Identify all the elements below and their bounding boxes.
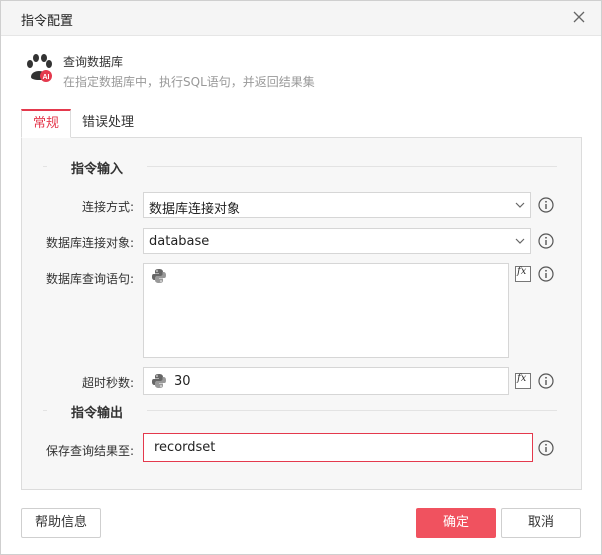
timeout-value: 30 bbox=[174, 374, 191, 389]
command-description: 在指定数据库中，执行SQL语句，并返回结果集 bbox=[63, 75, 315, 89]
chevron-down-icon bbox=[515, 202, 525, 208]
command-config-dialog: 指令配置 AI 查询数据库 在指定数据库中，执行SQL语句，并返回结果集 常规 … bbox=[0, 0, 602, 555]
label-connection-mode: 连接方式: bbox=[81, 200, 134, 214]
tab-general[interactable]: 常规 bbox=[21, 109, 71, 138]
paw-ai-icon: AI bbox=[27, 54, 52, 82]
tab-error-handling[interactable]: 错误处理 bbox=[81, 109, 135, 136]
label-db-object: 数据库连接对象: bbox=[45, 236, 134, 250]
ok-button[interactable]: 确定 bbox=[416, 508, 496, 538]
info-icon[interactable] bbox=[538, 373, 554, 389]
label-sql: 数据库查询语句: bbox=[45, 272, 134, 286]
connection-mode-select[interactable]: 数据库连接对象 bbox=[143, 192, 531, 218]
python-icon[interactable] bbox=[151, 268, 167, 284]
section-title-output: 指令输出 bbox=[47, 402, 148, 421]
info-icon[interactable] bbox=[538, 266, 554, 282]
python-icon[interactable] bbox=[151, 373, 167, 389]
db-object-select[interactable]: database bbox=[143, 228, 531, 254]
fx-icon[interactable]: fx bbox=[515, 373, 531, 389]
svg-text:AI: AI bbox=[43, 74, 50, 81]
connection-mode-value: 数据库连接对象 bbox=[149, 202, 241, 217]
label-timeout: 超时秒数: bbox=[81, 376, 134, 390]
dialog-title: 指令配置 bbox=[21, 14, 74, 29]
output-variable-value: recordset bbox=[154, 440, 216, 455]
info-icon[interactable] bbox=[538, 440, 554, 456]
timeout-input[interactable]: 30 bbox=[143, 367, 509, 395]
title-bar: 指令配置 bbox=[1, 1, 601, 36]
output-variable-input[interactable]: recordset bbox=[143, 433, 533, 462]
section-title-input: 指令输入 bbox=[47, 158, 148, 177]
chevron-down-icon bbox=[515, 238, 525, 244]
label-output: 保存查询结果至: bbox=[45, 444, 134, 458]
sql-query-input[interactable] bbox=[143, 263, 509, 358]
db-object-value: database bbox=[149, 234, 210, 249]
help-button[interactable]: 帮助信息 bbox=[21, 508, 101, 538]
info-icon[interactable] bbox=[538, 197, 554, 213]
info-icon[interactable] bbox=[538, 233, 554, 249]
command-name: 查询数据库 bbox=[63, 55, 124, 69]
cancel-button[interactable]: 取消 bbox=[501, 508, 581, 538]
fx-icon[interactable]: fx bbox=[515, 266, 531, 282]
close-icon[interactable] bbox=[571, 9, 587, 25]
